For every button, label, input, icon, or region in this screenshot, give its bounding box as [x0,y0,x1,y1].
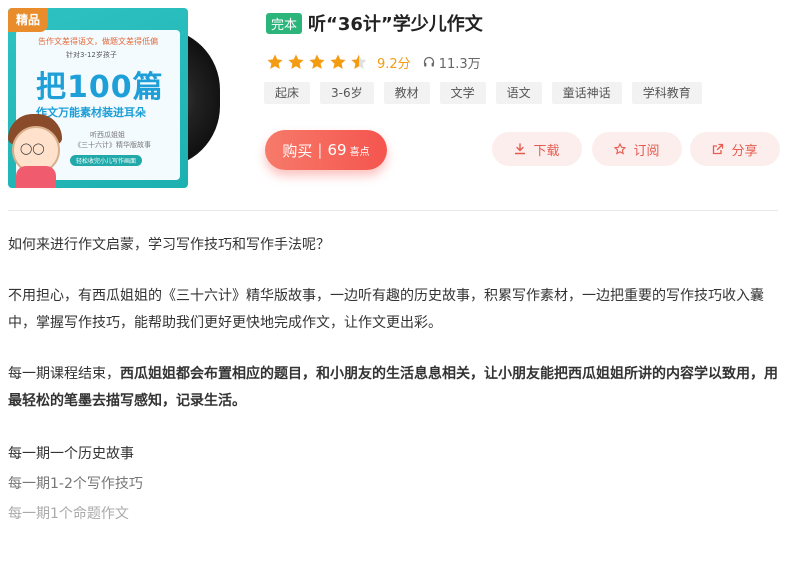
description-p3-prefix: 每一期课程结束， [8,366,120,382]
cover-age: 针对3-12岁孩子 [66,51,117,59]
cover-subheadline: 作文万能素材装进耳朵 [36,106,146,119]
feature-line: 每一期1-2个写作技巧 [8,476,143,492]
star-outline-icon [614,143,627,155]
description-p3-bold: 西瓜姐姐都会布置相应的题目，和小朋友的生活息息相关，让小朋友能把西瓜姐姐所讲的内… [8,366,778,409]
share-button[interactable]: 分享 [690,132,780,166]
feature-line: 每一期1个命题作文 [8,506,129,522]
buy-price: 69 [327,141,347,159]
description-paragraph-1: 如何来进行作文启蒙，学习写作技巧和写作手法呢？ [8,237,330,253]
star-full-icon [267,54,283,69]
feature-line: 每一期一个历史故事 [8,446,134,462]
download-icon [515,143,526,155]
star-full-icon [288,54,304,69]
glasses-icon: ◯◯ [20,142,45,155]
download-label: 下载 [533,143,560,159]
cover-headline: 把100篇 [36,70,164,105]
section-divider [8,210,778,211]
complete-tag: 完本 [266,12,303,34]
tag-chip[interactable]: 童话神话 [551,82,622,104]
star-full-icon [309,54,325,69]
album-cover-area[interactable]: 精品 告作文差得语文，做题文差得低偏 针对3-12岁孩子 把100篇 作文万能素… [8,8,220,188]
buy-unit: 喜点 [349,146,370,158]
cover-caption-1: 听西瓜姐姐 [90,131,125,139]
star-full-icon [330,54,346,69]
listen-count: 11.3万 [423,53,481,72]
album-header: 精品 告作文差得语文，做题文差得低偏 针对3-12岁孩子 把100篇 作文万能素… [0,0,800,210]
headphone-icon [423,56,434,67]
album-cover[interactable]: 精品 告作文差得语文，做题文差得低偏 针对3-12岁孩子 把100篇 作文万能素… [8,8,188,188]
listen-count-value: 11.3万 [438,56,481,72]
rating-row: 9.2分 11.3万 [266,52,481,72]
cover-caption-2: 《三十六计》精华版故事 [74,141,151,149]
description-paragraph-3: 每一期课程结束，西瓜姐姐都会布置相应的题目，和小朋友的生活息息相关，让小朋友能把… [8,361,788,415]
star-half-icon [351,54,367,69]
tag-chip[interactable]: 学科教育 [631,82,702,104]
rating-score: 9.2分 [377,56,411,72]
album-description: 如何来进行作文启蒙，学习写作技巧和写作手法呢？ 不用担心，有西瓜姐姐的《三十六计… [8,232,788,529]
cover-pill: 轻松收完小儿写作画面 [70,155,143,166]
star-rating [266,53,371,71]
album-title: 听“36计”学少儿作文 [308,14,483,35]
tag-chip[interactable]: 语文 [495,82,542,104]
tag-chip[interactable]: 3-6岁 [320,82,374,104]
cover-tagline: 告作文差得语文，做题文差得低偏 [38,37,158,46]
tag-chip[interactable]: 文学 [439,82,486,104]
share-icon [713,143,724,155]
girl-illustration-body [16,166,56,188]
share-label: 分享 [731,143,758,159]
title-row: 完本 听“36计”学少儿作文 [266,10,483,36]
download-button[interactable]: 下载 [492,132,582,166]
subscribe-label: 订阅 [633,143,660,159]
subscribe-button[interactable]: 订阅 [592,132,682,166]
description-paragraph-2: 不用担心，有西瓜姐姐的《三十六计》精华版故事，一边听有趣的历史故事，积累写作素材… [8,288,764,331]
buy-button[interactable]: 购买 | 69 喜点 [265,130,387,170]
buy-separator: | [317,141,323,159]
tag-chip[interactable]: 起床 [264,82,311,104]
tag-chip[interactable]: 教材 [383,82,430,104]
premium-badge: 精品 [8,8,49,32]
tag-list: 起床 3-6岁 教材 文学 语文 童话神话 学科教育 [264,82,712,104]
buy-label: 购买 [282,141,313,160]
